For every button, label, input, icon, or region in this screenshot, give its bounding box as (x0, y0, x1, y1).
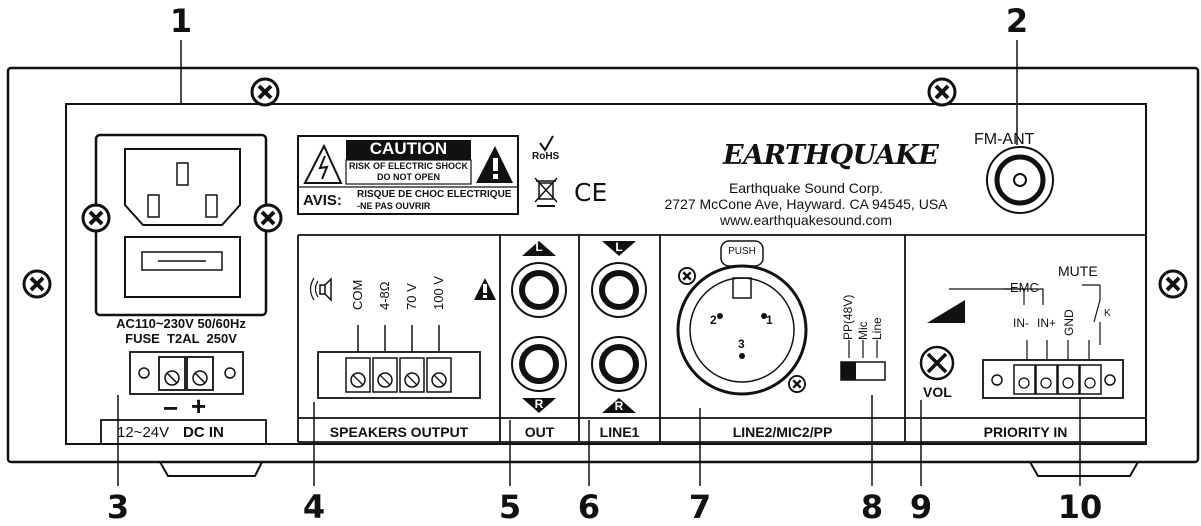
in-minus-label: IN- (1013, 316, 1029, 330)
caution-title: CAUTION (369, 139, 448, 158)
switch-line: Line (870, 317, 884, 340)
xlr-push: PUSH (728, 246, 756, 257)
xlr-pin-1: 1 (766, 313, 773, 327)
k-label: K (1104, 308, 1111, 319)
brand-address: 2727 McCone Ave, Hayward. CA 94545, USA (664, 196, 948, 212)
brand-website: www.earthquakesound.com (720, 212, 892, 228)
gnd-label: GND (1062, 309, 1076, 336)
in-plus-label: IN+ (1037, 316, 1057, 330)
dc-in-label: DC IN (183, 424, 224, 441)
mute-label: MUTE (1058, 263, 1098, 279)
ce-mark: CE (574, 178, 608, 207)
power-rating: AC110~230V 50/60Hz (116, 316, 246, 331)
emc-label: EMC (1010, 280, 1039, 295)
switch-pp48v: PP(48V) (841, 294, 855, 340)
line2-mic2-pp-label: LINE2/MIC2/PP (732, 424, 833, 440)
switch-mic: Mic (856, 321, 870, 340)
avis-label: AVIS: (303, 192, 342, 209)
rohs-mark: RoHS (532, 151, 560, 162)
line1-label: LINE1 (599, 424, 640, 440)
terminal-70v: 70 V (404, 283, 419, 310)
line1-l: L (615, 240, 623, 254)
caution-line2: DO NOT OPEN (376, 172, 440, 182)
avis-line2: -NE PAS OUVRIR (357, 201, 431, 211)
rear-panel-drawing (6, 40, 1200, 486)
dc-in-range: 12~24V (117, 424, 170, 441)
priority-in-label: PRIORITY IN (983, 424, 1068, 440)
out-l: L (535, 240, 543, 254)
fm-ant-label: FM-ANT (974, 131, 1035, 148)
brand-logo: EARTHQUAKE (723, 140, 939, 171)
brand-company: Earthquake Sound Corp. (728, 180, 884, 196)
xlr-pin-2: 2 (710, 313, 717, 327)
out-r: R (534, 397, 544, 411)
avis-line1: RISQUE DE CHOC ELECTRIQUE (357, 189, 512, 200)
out-label: OUT (524, 424, 555, 440)
terminal-com: COM (350, 279, 365, 310)
dc-plus: + (191, 391, 207, 421)
speakers-output-label: SPEAKERS OUTPUT (329, 424, 469, 440)
terminal-100v: 100 V (431, 276, 446, 310)
line1-r: R (614, 399, 624, 413)
vol-label: VOL (923, 384, 952, 400)
fuse-rating: FUSE T2AL 250V (125, 331, 237, 346)
terminal-4-8-ohm: 4-8Ω (377, 281, 392, 310)
caution-line1: RISK OF ELECTRIC SHOCK (348, 161, 468, 171)
xlr-pin-3: 3 (738, 337, 745, 351)
dc-minus: − (163, 393, 179, 423)
